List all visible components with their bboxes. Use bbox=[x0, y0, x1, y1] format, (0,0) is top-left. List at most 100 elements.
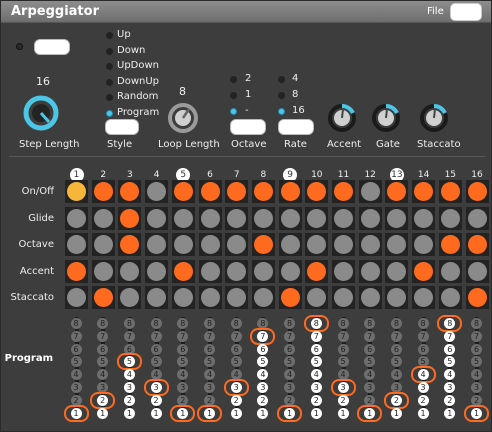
program-step-dot[interactable]: 4 bbox=[364, 369, 376, 381]
style-radio-program[interactable] bbox=[106, 109, 113, 117]
step-toggle-button[interactable] bbox=[200, 261, 220, 281]
program-step-dot[interactable]: 6 bbox=[310, 343, 322, 355]
program-slider[interactable]: 87654321 bbox=[250, 317, 276, 419]
style-radio-down[interactable] bbox=[106, 47, 113, 55]
step-length-field[interactable] bbox=[34, 39, 70, 55]
program-step-dot[interactable]: 4 bbox=[310, 369, 322, 381]
step-toggle-button[interactable] bbox=[280, 182, 300, 201]
accent-knob[interactable] bbox=[327, 103, 357, 133]
step-toggle-button[interactable] bbox=[227, 182, 247, 201]
program-step-dot[interactable]: 5 bbox=[257, 356, 269, 368]
program-step-dot[interactable]: 5 bbox=[310, 356, 322, 368]
program-step-dot[interactable]: 4 bbox=[444, 369, 456, 381]
step-toggle-button[interactable] bbox=[387, 235, 407, 254]
program-slider[interactable]: 87654321 bbox=[303, 315, 329, 419]
step-toggle-button[interactable] bbox=[440, 182, 460, 201]
program-step-dot[interactable]: 8 bbox=[337, 318, 349, 329]
program-step-dot[interactable]: 3 bbox=[204, 382, 215, 393]
step-toggle-button[interactable] bbox=[200, 235, 220, 254]
program-step-dot[interactable]: 5 bbox=[390, 356, 402, 368]
step-toggle-button[interactable] bbox=[120, 208, 140, 228]
program-step-dot[interactable]: 2 bbox=[123, 394, 135, 406]
step-toggle-button[interactable] bbox=[467, 235, 487, 254]
program-step-dot[interactable]: 6 bbox=[70, 343, 82, 355]
program-slider[interactable]: 87654321 bbox=[223, 317, 249, 419]
program-step-dot[interactable]: 2 bbox=[90, 391, 116, 409]
program-step-dot[interactable]: 3 bbox=[284, 382, 296, 393]
program-step-dot[interactable]: 1 bbox=[337, 407, 349, 419]
program-step-dot[interactable]: 3 bbox=[70, 382, 82, 393]
program-step-dot[interactable]: 1 bbox=[277, 404, 303, 422]
program-step-dot[interactable]: 7 bbox=[310, 330, 322, 342]
step-toggle-button[interactable] bbox=[414, 235, 434, 254]
step-toggle-button[interactable] bbox=[334, 235, 353, 254]
step-length-knob[interactable] bbox=[22, 94, 60, 132]
step-toggle-button[interactable] bbox=[227, 261, 247, 281]
program-step-dot[interactable]: 2 bbox=[444, 394, 456, 406]
style-field[interactable] bbox=[105, 119, 139, 135]
program-step-dot[interactable]: 7 bbox=[284, 330, 296, 342]
gate-knob[interactable] bbox=[371, 103, 401, 133]
step-toggle-button[interactable] bbox=[120, 288, 140, 307]
step-toggle-button[interactable] bbox=[120, 182, 140, 201]
step-toggle-button[interactable] bbox=[280, 208, 300, 228]
program-step-dot[interactable]: 4 bbox=[97, 369, 109, 381]
step-toggle-button[interactable] bbox=[147, 261, 167, 281]
program-slider[interactable]: 87654321 bbox=[90, 317, 116, 419]
program-step-dot[interactable]: 8 bbox=[177, 318, 189, 329]
step-toggle-button[interactable] bbox=[467, 208, 487, 228]
program-step-dot[interactable]: 1 bbox=[310, 407, 322, 419]
step-toggle-button[interactable] bbox=[334, 208, 353, 228]
step-toggle-button[interactable] bbox=[307, 182, 327, 201]
step-toggle-button[interactable] bbox=[227, 208, 247, 228]
program-step-dot[interactable]: 6 bbox=[150, 343, 162, 355]
program-step-dot[interactable]: 3 bbox=[143, 379, 169, 396]
program-step-dot[interactable]: 1 bbox=[357, 404, 383, 422]
program-slider[interactable]: 87654321 bbox=[383, 317, 409, 419]
program-step-dot[interactable]: 4 bbox=[471, 369, 482, 381]
step-toggle-button[interactable] bbox=[387, 261, 407, 281]
step-toggle-button[interactable] bbox=[200, 288, 220, 307]
step-toggle-button[interactable] bbox=[147, 288, 167, 307]
program-slider[interactable]: 87654321 bbox=[170, 317, 196, 422]
step-toggle-button[interactable] bbox=[334, 288, 353, 307]
program-slider[interactable]: 87654321 bbox=[197, 317, 222, 422]
step-toggle-button[interactable] bbox=[307, 288, 327, 307]
program-step-dot[interactable]: 8 bbox=[390, 318, 402, 329]
step-toggle-button[interactable] bbox=[200, 208, 220, 228]
program-step-dot[interactable]: 8 bbox=[303, 315, 329, 332]
program-step-dot[interactable]: 4 bbox=[410, 366, 436, 384]
program-step-dot[interactable]: 3 bbox=[444, 382, 456, 393]
program-slider[interactable]: 87654321 bbox=[330, 317, 356, 419]
program-step-dot[interactable]: 1 bbox=[444, 407, 456, 419]
program-step-dot[interactable]: 6 bbox=[337, 343, 349, 355]
program-step-dot[interactable]: 6 bbox=[257, 343, 269, 355]
program-step-dot[interactable]: 5 bbox=[116, 353, 142, 371]
step-toggle-button[interactable] bbox=[173, 235, 193, 254]
step-toggle-button[interactable] bbox=[253, 208, 273, 228]
program-step-dot[interactable]: 7 bbox=[97, 330, 109, 342]
step-toggle-button[interactable] bbox=[147, 182, 167, 201]
rate-field[interactable] bbox=[278, 119, 314, 135]
program-step-dot[interactable]: 4 bbox=[70, 369, 82, 381]
step-toggle-button[interactable] bbox=[120, 235, 140, 254]
program-step-dot[interactable]: 3 bbox=[364, 382, 376, 393]
program-step-dot[interactable]: 7 bbox=[177, 330, 189, 342]
program-step-dot[interactable]: 7 bbox=[337, 330, 349, 342]
step-toggle-button[interactable] bbox=[414, 182, 434, 201]
step-toggle-button[interactable] bbox=[467, 288, 487, 307]
program-step-dot[interactable]: 7 bbox=[471, 330, 482, 342]
program-slider[interactable]: 87654321 bbox=[63, 317, 89, 422]
program-step-dot[interactable]: 6 bbox=[284, 343, 296, 355]
style-radio-downup[interactable] bbox=[106, 78, 113, 86]
program-step-dot[interactable]: 3 bbox=[223, 379, 249, 396]
program-step-dot[interactable]: 6 bbox=[177, 343, 189, 355]
style-radio-random[interactable] bbox=[106, 94, 113, 101]
program-step-dot[interactable]: 2 bbox=[337, 394, 349, 406]
program-step-dot[interactable]: 6 bbox=[417, 343, 429, 355]
program-step-dot[interactable]: 3 bbox=[177, 382, 189, 393]
step-toggle-button[interactable] bbox=[280, 235, 300, 254]
program-step-dot[interactable]: 5 bbox=[444, 356, 456, 368]
step-toggle-button[interactable] bbox=[360, 182, 380, 201]
program-step-dot[interactable]: 2 bbox=[230, 394, 242, 406]
